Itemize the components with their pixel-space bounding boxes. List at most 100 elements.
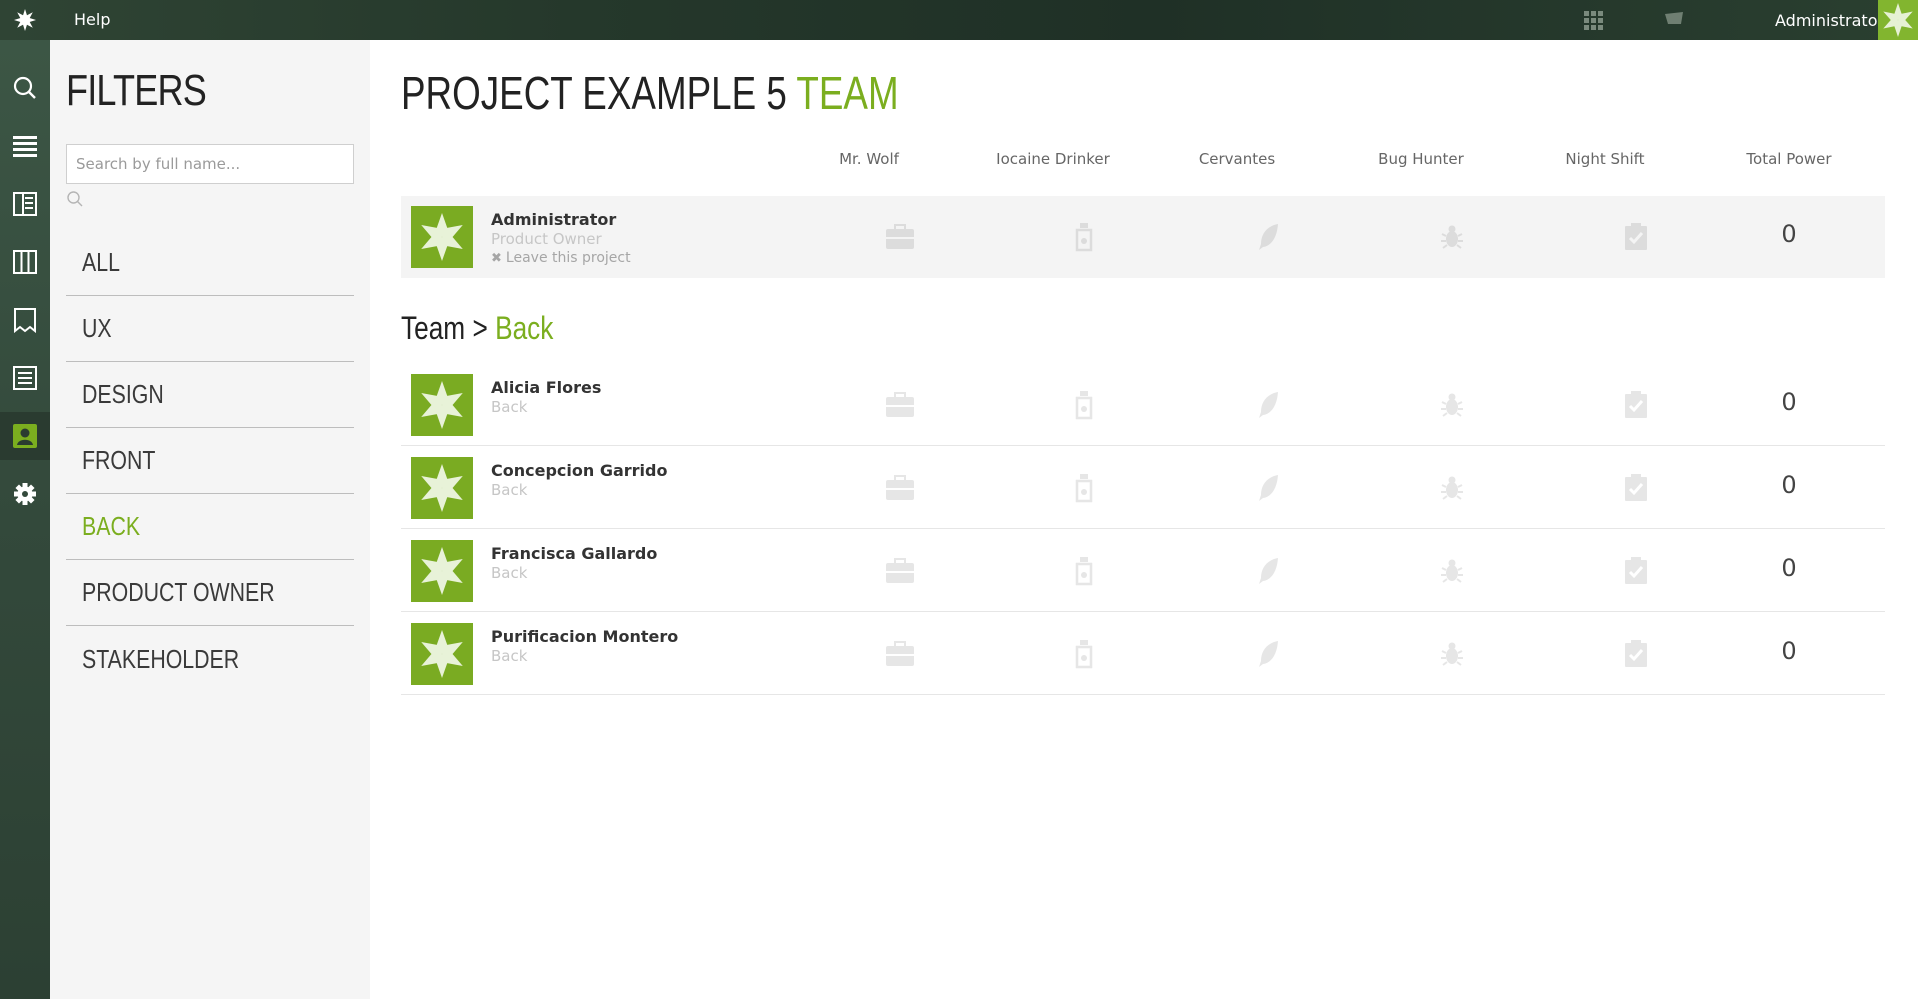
bug-icon: [1441, 642, 1463, 666]
feather-icon: [1259, 641, 1278, 667]
bottle-icon: [1075, 640, 1093, 669]
group-title-prefix: Team >: [401, 310, 488, 346]
avatar-flower-icon: [421, 464, 463, 512]
nav-board[interactable]: [0, 238, 50, 286]
bug-icon: [1441, 559, 1463, 583]
avatar-flower-icon: [1883, 3, 1913, 37]
apps-grid-icon[interactable]: [1582, 9, 1604, 31]
member-name: Administrator: [491, 210, 617, 229]
feather-icon: [1259, 475, 1278, 501]
cart-icon[interactable]: [1663, 10, 1685, 30]
member-row: Purificacion Montero Back 0: [401, 613, 1885, 695]
help-link[interactable]: Help: [74, 10, 110, 29]
filter-label: ALL: [82, 247, 120, 277]
clipboard-check-icon: [1625, 391, 1647, 418]
member-role: Back: [491, 481, 528, 499]
avatar[interactable]: [411, 374, 473, 436]
avatar[interactable]: [411, 540, 473, 602]
filter-label: UX: [82, 313, 112, 343]
search-icon[interactable]: [66, 190, 84, 208]
page-title: PROJECT EXAMPLE 5 TEAM: [401, 66, 899, 120]
nav-search[interactable]: [0, 64, 50, 112]
bottle-icon: [1075, 474, 1093, 503]
team-icon: [13, 424, 37, 448]
clipboard-check-icon: [1625, 557, 1647, 584]
briefcase-icon: [886, 641, 914, 666]
settings-icon: [14, 483, 36, 505]
filter-front[interactable]: FRONT: [66, 428, 354, 494]
total-power-value: 0: [1781, 637, 1797, 665]
bottle-icon: [1075, 391, 1093, 420]
top-bar: Help Administrator: [0, 0, 1918, 40]
nav-issues[interactable]: [0, 296, 50, 344]
member-name: Francisca Gallardo: [491, 544, 658, 563]
avatar[interactable]: [411, 206, 473, 268]
user-avatar[interactable]: [1878, 0, 1918, 40]
filters-panel: FILTERS ALL UX DESIGN FRONT BACK PRODUCT…: [50, 40, 370, 999]
bottle-icon: [1075, 557, 1093, 586]
avatar-flower-icon: [421, 213, 463, 261]
avatar-flower-icon: [421, 630, 463, 678]
briefcase-icon: [886, 475, 914, 500]
filters-title: FILTERS: [66, 66, 207, 115]
search-icon: [13, 76, 36, 99]
bug-icon: [1441, 393, 1463, 417]
user-name[interactable]: Administrator: [1775, 11, 1884, 30]
clipboard-check-icon: [1625, 474, 1647, 501]
page-title-accent: TEAM: [796, 67, 899, 119]
member-row: Francisca Gallardo Back 0: [401, 530, 1885, 612]
member-name: Alicia Flores: [491, 378, 602, 397]
filter-label: STAKEHOLDER: [82, 643, 240, 674]
member-row: Alicia Flores Back 0: [401, 364, 1885, 446]
total-power-value: 0: [1781, 471, 1797, 499]
filter-all[interactable]: ALL: [66, 230, 354, 296]
filter-label: PRODUCT OWNER: [82, 577, 275, 607]
group-title-accent: Back: [495, 310, 554, 346]
nav-kanban[interactable]: [0, 180, 50, 228]
app-logo-icon[interactable]: [10, 8, 40, 32]
nav-team[interactable]: [0, 412, 50, 460]
avatar[interactable]: [411, 623, 473, 685]
board-icon: [13, 250, 37, 274]
backlog-icon: [13, 136, 37, 157]
briefcase-icon: [886, 558, 914, 583]
avatar-flower-icon: [421, 547, 463, 595]
member-row: Concepcion Garrido Back 0: [401, 447, 1885, 529]
leave-project-label: Leave this project: [505, 250, 631, 266]
filter-ux[interactable]: UX: [66, 296, 354, 362]
feather-icon: [1259, 558, 1278, 584]
member-role: Back: [491, 647, 528, 665]
filter-product-owner[interactable]: PRODUCT OWNER: [66, 560, 354, 626]
filter-label: FRONT: [82, 445, 156, 475]
col-header-cervantes: Cervantes: [1198, 150, 1276, 168]
team-main: PROJECT EXAMPLE 5 TEAM Mr. Wolf Iocaine …: [370, 40, 1918, 999]
search-by-name-input[interactable]: [66, 144, 354, 184]
bug-icon: [1441, 225, 1463, 249]
current-user-row: Administrator Product Owner ✖ Leave this…: [401, 196, 1885, 278]
power-column-headers: Mr. Wolf Iocaine Drinker Cervantes Bug H…: [370, 150, 1918, 180]
nav-wiki[interactable]: [0, 354, 50, 402]
filter-label: DESIGN: [82, 379, 164, 409]
clipboard-check-icon: [1625, 640, 1647, 667]
close-icon: ✖: [491, 250, 502, 266]
member-role: Back: [491, 398, 528, 416]
feather-icon: [1259, 392, 1278, 418]
briefcase-icon: [886, 224, 914, 249]
member-role: Back: [491, 564, 528, 582]
member-name: Purificacion Montero: [491, 627, 679, 646]
total-power-value: 0: [1781, 220, 1797, 248]
leave-project-link[interactable]: ✖ Leave this project: [491, 250, 631, 266]
col-header-night-shift: Night Shift: [1565, 150, 1645, 168]
filter-design[interactable]: DESIGN: [66, 362, 354, 428]
filter-label: BACK: [82, 511, 141, 541]
nav-settings[interactable]: [0, 470, 50, 518]
wiki-icon: [13, 366, 37, 390]
kanban-icon: [13, 192, 37, 216]
group-title: Team > Back: [401, 310, 553, 347]
bug-icon: [1441, 476, 1463, 500]
filter-stakeholder[interactable]: STAKEHOLDER: [66, 626, 354, 692]
clipboard-check-icon: [1625, 223, 1647, 250]
nav-backlog[interactable]: [0, 122, 50, 170]
filter-back[interactable]: BACK: [66, 494, 354, 560]
avatar[interactable]: [411, 457, 473, 519]
